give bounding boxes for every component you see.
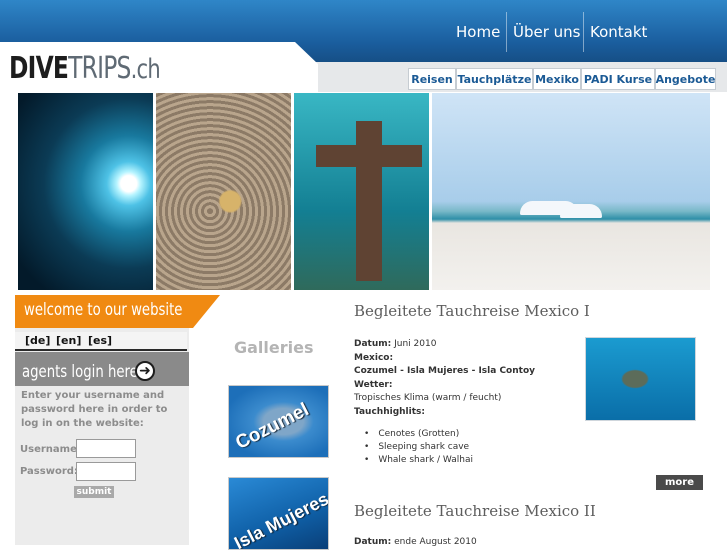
coral-worm-photo <box>156 93 291 290</box>
article-meta: Datum: ende August 2010 <box>354 537 477 547</box>
language-en[interactable]: [en] <box>56 334 81 347</box>
subnav-reisen[interactable]: Reisen <box>408 68 456 90</box>
date-label: Datum: <box>354 339 392 349</box>
underwater-light-photo <box>18 93 153 290</box>
beach-photo <box>432 93 710 290</box>
logo-prefix: DIVE <box>9 51 69 86</box>
date-value: ende August 2010 <box>394 537 477 547</box>
gallery-thumb-isla-mujeres[interactable]: Isla Mujeres <box>228 477 329 550</box>
username-label: Username: <box>20 444 81 455</box>
list-item: Sleeping shark cave <box>378 441 473 454</box>
gallery-thumb-cozumel[interactable]: Cozumel <box>228 385 329 458</box>
sea-turtle-photo[interactable] <box>585 337 696 421</box>
logo-suffix: TRIPS <box>68 51 131 86</box>
language-es[interactable]: [es] <box>88 334 112 347</box>
welcome-text: welcome to our website <box>24 300 183 320</box>
password-field[interactable] <box>76 462 136 481</box>
beach-umbrella <box>560 204 602 218</box>
cross-beam-shape <box>316 145 422 167</box>
language-bar: [de] [en] [es] <box>15 332 187 351</box>
highlights-label: Tauchhighlits: <box>354 406 425 417</box>
date-label: Datum: <box>354 537 392 547</box>
subnav-padi-kurse[interactable]: PADI Kurse <box>581 68 655 90</box>
weather-label: Wetter: <box>354 379 393 390</box>
region-label: Mexico: <box>354 352 394 363</box>
list-item: Whale shark / Walhai <box>378 454 473 467</box>
nav-kontakt[interactable]: Kontakt <box>583 12 653 52</box>
underwater-cross-photo <box>294 93 429 290</box>
arrow-right-circle-icon[interactable]: ➜ <box>135 361 155 381</box>
username-field[interactable] <box>76 439 136 458</box>
gallery-label: Cozumel <box>232 399 313 454</box>
weather-value: Tropisches Klima (warm / feucht) <box>354 393 502 403</box>
subnav-mexiko[interactable]: Mexiko <box>533 68 581 90</box>
submit-button[interactable]: submit <box>74 486 114 498</box>
galleries-title: Galleries <box>234 338 314 357</box>
password-label: Password: <box>20 466 78 477</box>
gallery-label: Isla Mujeres <box>230 488 329 550</box>
date-value: Juni 2010 <box>394 339 437 349</box>
nav-ueber-uns[interactable]: Über uns <box>506 12 587 52</box>
highlights-list: Cenotes (Grotten) Sleeping shark cave Wh… <box>378 428 473 467</box>
article-meta: Datum: Juni 2010 Mexico: Cozumel - Isla … <box>354 338 584 419</box>
article-title[interactable]: Begleitete Tauchreise Mexico II <box>354 502 596 520</box>
nav-home[interactable]: Home <box>450 12 506 52</box>
language-de[interactable]: [de] <box>25 334 50 347</box>
more-button[interactable]: more <box>656 475 703 490</box>
subnav-angebote[interactable]: Angebote <box>655 68 716 90</box>
logo-tld: .ch <box>130 54 161 85</box>
list-item: Cenotes (Grotten) <box>378 428 473 441</box>
login-title: agents login here <box>22 362 138 382</box>
subnav-tauchplaetze[interactable]: Tauchplätze <box>456 68 533 90</box>
login-instructions: Enter your username and password here in… <box>21 390 168 429</box>
article-title[interactable]: Begleitete Tauchreise Mexico I <box>354 302 590 320</box>
region-value: Cozumel - Isla Mujeres - Isla Contoy <box>354 366 535 376</box>
site-logo[interactable]: DIVETRIPS.ch <box>9 51 161 86</box>
